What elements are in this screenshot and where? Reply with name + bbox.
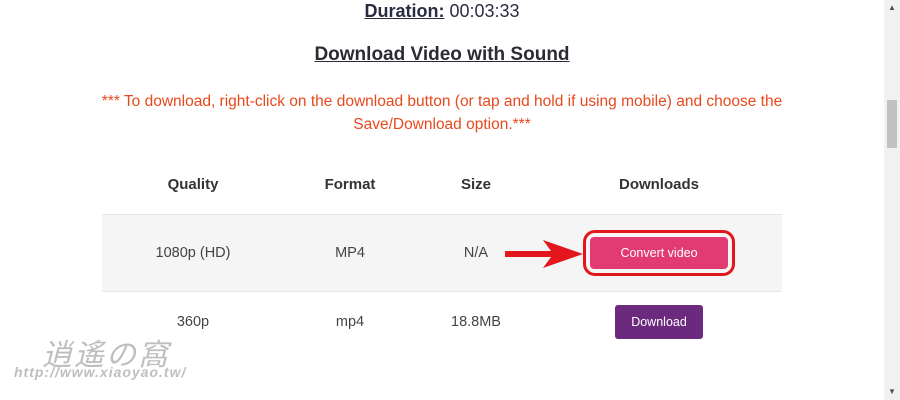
cell-size: 18.8MB xyxy=(451,314,501,330)
header-format: Format xyxy=(324,175,376,193)
instructions-line-2: Save/Download option.*** xyxy=(353,116,531,133)
table-header: Quality Format Size Downloads xyxy=(102,154,782,214)
duration-value: 00:03:33 xyxy=(449,1,520,21)
highlight-outline: Convert video xyxy=(583,230,735,276)
instructions-line-1: *** To download, right-click on the down… xyxy=(101,93,783,110)
download-instructions: *** To download, right-click on the down… xyxy=(40,90,844,136)
convert-video-button[interactable]: Convert video xyxy=(590,237,728,269)
watermark: 逍遙の窩 http://www.xiaoyao.tw/ xyxy=(6,328,216,388)
watermark-url: http://www.xiaoyao.tw/ xyxy=(14,364,187,380)
table-row: 1080p (HD) MP4 N/A Convert video xyxy=(102,214,782,291)
duration-line: Duration: 00:03:33 xyxy=(0,0,884,26)
cell-quality: 1080p (HD) xyxy=(155,245,231,261)
vertical-scrollbar[interactable]: ▲ ▼ xyxy=(884,0,900,400)
header-size: Size xyxy=(460,175,491,193)
header-downloads: Downloads xyxy=(618,175,699,193)
duration-label: Duration: xyxy=(364,1,445,21)
downloads-table: Quality Format Size Downloads 1080p (HD)… xyxy=(102,154,782,352)
cell-format: mp4 xyxy=(335,314,365,330)
cell-format: MP4 xyxy=(335,245,365,261)
scroll-down-arrow-icon[interactable]: ▼ xyxy=(884,384,900,400)
red-arrow-icon xyxy=(505,240,583,268)
scroll-up-arrow-icon[interactable]: ▲ xyxy=(884,0,900,16)
scrollbar-thumb[interactable] xyxy=(887,100,897,148)
download-button[interactable]: Download xyxy=(615,305,703,339)
section-title: Download Video with Sound xyxy=(314,44,570,65)
header-quality: Quality xyxy=(167,175,219,193)
cell-action: Download xyxy=(536,305,782,339)
